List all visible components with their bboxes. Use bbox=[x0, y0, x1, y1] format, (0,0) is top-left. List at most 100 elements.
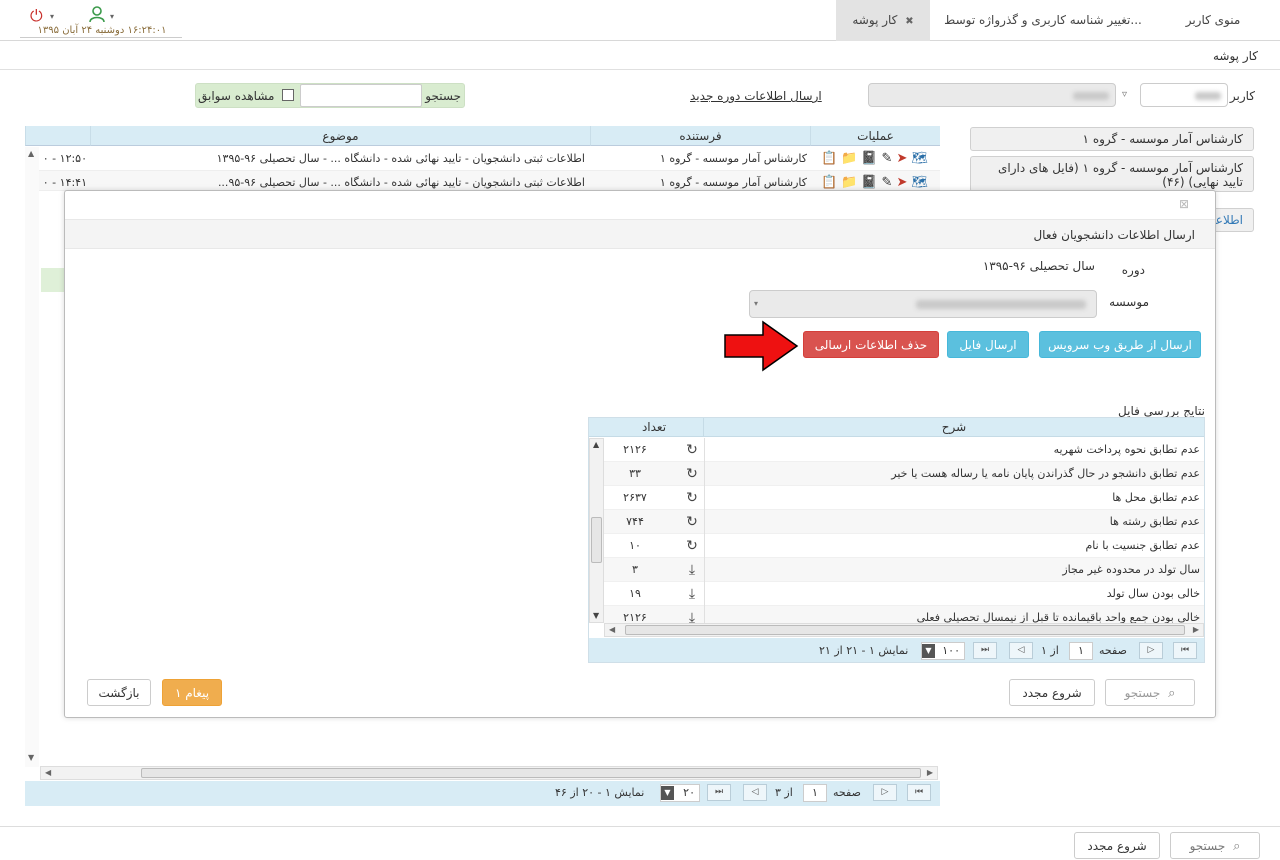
chevron-down-icon: ▼ bbox=[922, 644, 935, 658]
delete-sent-data-button[interactable]: حذف اطلاعات ارسالی bbox=[803, 331, 939, 358]
grid-header-ops[interactable]: عملیات bbox=[810, 126, 940, 146]
chevron-down-icon[interactable]: ▿ bbox=[1122, 89, 1127, 100]
result-count: ۷۴۴ bbox=[626, 515, 644, 528]
result-count: ۳ bbox=[632, 563, 638, 576]
page-input[interactable]: ۱ bbox=[803, 784, 827, 802]
table-row[interactable]: خالی بودن سال تولد ⤓ ۱۹ bbox=[589, 582, 1204, 606]
refresh-icon[interactable]: ↻ bbox=[683, 510, 701, 534]
download-icon[interactable]: ⤓ bbox=[683, 558, 701, 582]
page-showing: نمایش ۱ - ۲۰ از ۴۶ bbox=[555, 786, 645, 799]
results-header-count[interactable]: تعداد bbox=[605, 418, 704, 437]
results-header-desc[interactable]: شرح bbox=[704, 418, 1204, 437]
page-size-select[interactable]: ▼ ۱۰۰ bbox=[921, 642, 965, 660]
last-page-button[interactable]: ⏭ bbox=[707, 784, 731, 801]
list-item[interactable]: کارشناس آمار موسسه - گروه ۱ (فایل های دا… bbox=[970, 156, 1254, 192]
page-size-value: ۲۰ bbox=[683, 786, 695, 799]
send-webservice-button[interactable]: ارسال از طریق وب سرویس bbox=[1039, 331, 1201, 358]
send-new-period-link[interactable]: ارسال اطلاعات دوره جدید bbox=[690, 89, 822, 103]
result-desc: خالی بودن سال تولد bbox=[1106, 587, 1200, 600]
grid-header-time bbox=[25, 126, 90, 146]
scrollbar-thumb[interactable] bbox=[625, 625, 1185, 635]
table-row[interactable]: خالی بودن جمع واحد باقیمانده تا قبل از ن… bbox=[589, 606, 1204, 623]
user-select[interactable] bbox=[868, 83, 1116, 107]
download-icon[interactable]: ⤓ bbox=[683, 582, 701, 606]
refresh-icon[interactable]: ↻ bbox=[683, 462, 701, 486]
result-desc: خالی بودن جمع واحد باقیمانده تا قبل از ن… bbox=[916, 611, 1200, 623]
grid-vertical-scrollbar[interactable]: ▲ ▼ bbox=[25, 147, 39, 767]
table-row[interactable]: سال تولد در محدوده غیر مجاز ⤓ ۳ bbox=[589, 558, 1204, 582]
chevron-down-icon[interactable]: ▾ bbox=[50, 12, 54, 21]
download-icon[interactable]: ⤓ bbox=[683, 606, 701, 623]
user-label: کاربر bbox=[1229, 89, 1255, 103]
grid-horizontal-scrollbar[interactable]: ◀ ▶ bbox=[40, 766, 938, 780]
page-size-select[interactable]: ▼ ۲۰ bbox=[660, 784, 700, 802]
result-count: ۳۳ bbox=[629, 467, 641, 480]
table-row[interactable]: عدم تطابق دانشجو در حال گذراندن پایان نا… bbox=[589, 462, 1204, 486]
user-status-area: ⏻ ▾ ▾ ۱۶:۲۴:۰۱ دوشنبه ۲۴ آبان ۱۳۹۵ bbox=[20, 4, 182, 38]
send-active-students-dialog: ⊠ ارسال اطلاعات دانشجویان فعال دوره سال … bbox=[64, 190, 1216, 718]
result-count: ۲۱۲۶ bbox=[623, 443, 647, 456]
chevron-down-icon: ▼ bbox=[661, 786, 674, 800]
history-label: مشاهده سوابق bbox=[198, 89, 275, 103]
table-row[interactable]: ۱۲:۵۰ - ۰ اطلاعات ثبتی دانشجویان - تایید… bbox=[25, 147, 940, 171]
tab-change-credentials[interactable]: تغییر شناسه کاربری و گذرواژه توسط... bbox=[928, 0, 1158, 41]
scrollbar-thumb[interactable] bbox=[141, 768, 921, 778]
row-action-icons[interactable]: 📋📁📓✎➤🗺 bbox=[821, 171, 932, 190]
row-action-icons[interactable]: 📋📁📓✎➤🗺 bbox=[821, 147, 932, 171]
first-page-button[interactable]: ⏮ bbox=[907, 784, 931, 801]
results-label: نتایج بررسی فایل bbox=[1118, 404, 1205, 418]
grid-header-sender[interactable]: فرستنده bbox=[590, 126, 810, 146]
search-icon: ⌕ bbox=[1168, 686, 1176, 701]
result-desc: عدم تطابق دانشجو در حال گذراندن پایان نا… bbox=[891, 467, 1200, 480]
refresh-icon[interactable]: ↻ bbox=[683, 438, 701, 462]
send-file-button[interactable]: ارسال فایل bbox=[947, 331, 1029, 358]
reset-button[interactable]: شروع مجدد bbox=[1009, 679, 1095, 706]
first-page-button[interactable]: ⏮ bbox=[1173, 642, 1197, 659]
result-desc: عدم تطابق رشته ها bbox=[1109, 515, 1200, 528]
user-code-input[interactable] bbox=[1140, 83, 1228, 107]
next-page-button[interactable]: ◁ bbox=[743, 784, 767, 801]
result-count: ۱۹ bbox=[629, 587, 641, 600]
table-row[interactable]: عدم تطابق محل ها ↻ ۲۶۳۷ bbox=[589, 486, 1204, 510]
list-item[interactable]: کارشناس آمار موسسه - گروه ۱ bbox=[970, 127, 1254, 151]
close-icon[interactable]: ✖ bbox=[905, 16, 913, 27]
prev-page-button[interactable]: ▷ bbox=[873, 784, 897, 801]
power-icon[interactable]: ⏻ bbox=[30, 6, 43, 26]
close-icon[interactable]: ⊠ bbox=[1179, 197, 1189, 211]
institute-select[interactable]: ▾ bbox=[749, 290, 1097, 318]
search-input[interactable] bbox=[300, 84, 422, 107]
reset-button[interactable]: شروع مجدد bbox=[1074, 832, 1160, 859]
table-row[interactable]: ۱۴:۴۱ - ۰ اطلاعات ثبتی دانشجویان - تایید… bbox=[25, 171, 940, 191]
refresh-icon[interactable]: ↻ bbox=[683, 534, 701, 558]
tab-user-menu[interactable]: منوی کاربر bbox=[1168, 0, 1258, 41]
next-page-button[interactable]: ◁ bbox=[1009, 642, 1033, 659]
grid-pager: ⏮ ▷ صفحه ۱ از ۳ ◁ ⏭ ▼ ۲۰ نمایش ۱ - ۲۰ از… bbox=[25, 781, 940, 806]
page-input[interactable]: ۱ bbox=[1069, 642, 1093, 660]
chevron-down-icon[interactable]: ▾ bbox=[110, 12, 114, 21]
history-checkbox[interactable] bbox=[282, 89, 294, 101]
search-button-label: جستجو bbox=[1124, 686, 1161, 700]
chevron-down-icon: ▾ bbox=[754, 299, 759, 308]
tab-workfolder[interactable]: کار پوشه ✖ bbox=[836, 0, 930, 41]
scrollbar-thumb[interactable] bbox=[591, 517, 602, 563]
results-horizontal-scrollbar[interactable]: ◀ ▶ bbox=[604, 623, 1204, 637]
back-button[interactable]: بازگشت bbox=[87, 679, 151, 706]
search-button[interactable]: جستجو ⌕ bbox=[1170, 832, 1260, 859]
table-row[interactable]: عدم تطابق جنسیت با نام ↻ ۱۰ bbox=[589, 534, 1204, 558]
results-pager: ⏮ ▷ صفحه ۱ از ۱ ◁ ⏭ ▼ ۱۰۰ نمایش ۱ - ۲۱ ا… bbox=[589, 638, 1204, 662]
user-icon[interactable] bbox=[88, 5, 106, 27]
results-vertical-scrollbar[interactable]: ▲ ▼ bbox=[589, 438, 604, 623]
prev-page-button[interactable]: ▷ bbox=[1139, 642, 1163, 659]
last-page-button[interactable]: ⏭ bbox=[973, 642, 997, 659]
page-showing: نمایش ۱ - ۲۱ از ۲۱ bbox=[819, 644, 909, 657]
messages-button[interactable]: ۱ پیغام bbox=[162, 679, 222, 706]
refresh-icon[interactable]: ↻ bbox=[683, 486, 701, 510]
result-desc: عدم تطابق جنسیت با نام bbox=[1085, 539, 1201, 552]
period-value: سال تحصیلی ۹۶-۱۳۹۵ bbox=[982, 259, 1095, 273]
table-row[interactable]: عدم تطابق نحوه پرداخت شهریه ↻ ۲۱۲۶ bbox=[589, 438, 1204, 462]
result-count: ۲۶۳۷ bbox=[623, 491, 647, 504]
footer-divider bbox=[0, 826, 1280, 827]
grid-header-subject[interactable]: موضوع bbox=[90, 126, 590, 146]
search-button[interactable]: جستجو ⌕ bbox=[1105, 679, 1195, 706]
table-row[interactable]: عدم تطابق رشته ها ↻ ۷۴۴ bbox=[589, 510, 1204, 534]
